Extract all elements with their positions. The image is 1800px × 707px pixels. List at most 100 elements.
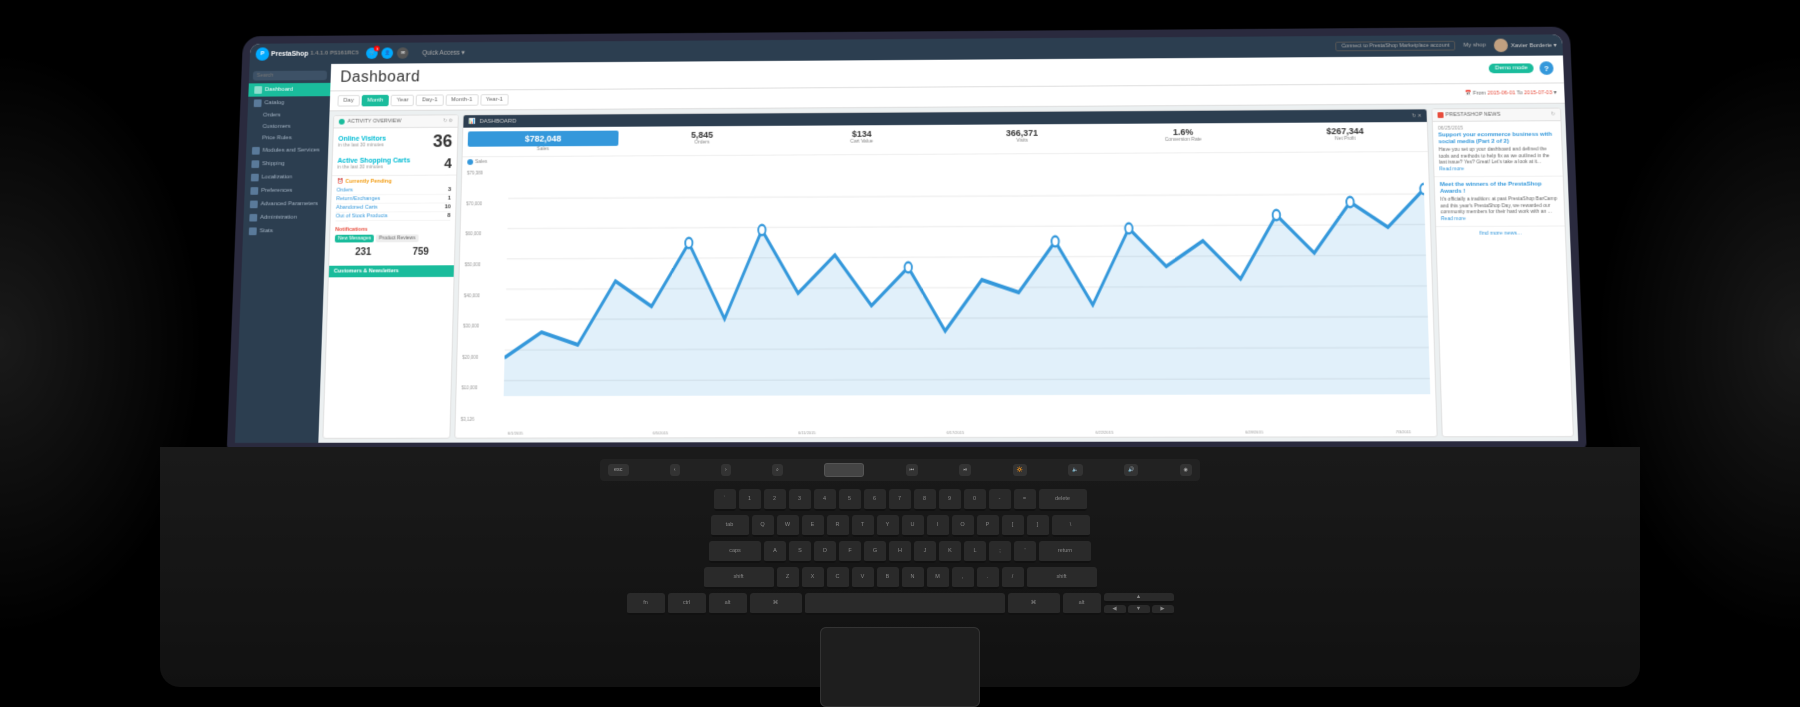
notif-tab-reviews[interactable]: Product Reviews — [376, 234, 419, 242]
vol-down-key[interactable]: 🔈 — [1068, 464, 1082, 476]
mail-icon[interactable]: ✉ — [397, 47, 409, 58]
sidebar-item-customers[interactable]: Customers — [247, 121, 329, 133]
quick-access-btn[interactable]: Quick Access ▾ — [422, 49, 465, 57]
key-9[interactable]: 9 — [939, 489, 961, 511]
stat-sales[interactable]: $782,048 Sales — [468, 131, 619, 153]
brightness-key[interactable]: ⏮ — [906, 464, 919, 476]
search-tb-key[interactable]: ⌕ — [772, 464, 783, 476]
forward-key[interactable]: › — [721, 464, 731, 476]
key-comma[interactable]: , — [952, 567, 974, 589]
key-4[interactable]: 4 — [814, 489, 836, 511]
tab-year[interactable]: Year — [391, 95, 415, 107]
key-d[interactable]: D — [814, 541, 836, 563]
brightness2-key[interactable]: 🔆 — [1013, 464, 1027, 476]
news-actions[interactable]: ↻ — [1551, 112, 1555, 118]
key-c[interactable]: C — [827, 567, 849, 589]
key-t[interactable]: T — [852, 515, 874, 537]
vol-up-key[interactable]: 🔊 — [1124, 464, 1138, 476]
key-return[interactable]: return — [1039, 541, 1091, 563]
key-backslash[interactable]: \ — [1052, 515, 1090, 537]
key-down[interactable]: ▼ — [1128, 605, 1150, 615]
key-b[interactable]: B — [877, 567, 899, 589]
key-equals[interactable]: = — [1014, 489, 1036, 511]
key-tab[interactable]: tab — [711, 515, 749, 537]
cart-icon[interactable]: 🛒 3 — [366, 48, 378, 59]
tab-month-1[interactable]: Month-1 — [445, 94, 478, 106]
sidebar-item-preferences[interactable]: Preferences — [244, 184, 327, 198]
trackpad[interactable] — [820, 627, 980, 707]
sidebar-item-administration[interactable]: Administration — [243, 211, 326, 225]
key-open-bracket[interactable]: [ — [1002, 515, 1024, 537]
key-shift-right[interactable]: shift — [1027, 567, 1097, 589]
key-k[interactable]: K — [939, 541, 961, 563]
stat-cart[interactable]: $134 Cart Value — [786, 129, 938, 151]
key-up[interactable]: ▲ — [1104, 593, 1174, 603]
sidebar-item-orders[interactable]: Orders — [247, 109, 329, 121]
news-title-1[interactable]: Support your ecommerce business with soc… — [1438, 132, 1556, 147]
key-cmd-left[interactable]: ⌘ — [750, 593, 802, 615]
tab-day-1[interactable]: Day-1 — [416, 94, 443, 106]
notif-tab-messages[interactable]: New Messages — [335, 235, 374, 243]
key-3[interactable]: 3 — [789, 489, 811, 511]
key-space[interactable] — [805, 593, 1005, 615]
connect-marketplace-btn[interactable]: Connect to PrestaShop Marketplace accoun… — [1335, 41, 1455, 51]
key-y[interactable]: Y — [877, 515, 899, 537]
stat-orders[interactable]: 5,845 Orders — [626, 130, 778, 152]
key-right[interactable]: ▶ — [1152, 605, 1174, 615]
sidebar-item-localization[interactable]: Localization — [245, 170, 328, 184]
search-input[interactable] — [253, 71, 327, 81]
key-shift-left[interactable]: shift — [704, 567, 774, 589]
key-slash[interactable]: / — [1002, 567, 1024, 589]
key-1[interactable]: 1 — [739, 489, 761, 511]
key-x[interactable]: X — [802, 567, 824, 589]
key-a[interactable]: A — [764, 541, 786, 563]
key-caps[interactable]: caps — [709, 541, 761, 563]
key-7[interactable]: 7 — [889, 489, 911, 511]
key-u[interactable]: U — [902, 515, 924, 537]
key-o[interactable]: O — [952, 515, 974, 537]
key-left[interactable]: ◀ — [1104, 605, 1126, 615]
pending-stock-link[interactable]: Out of Stock Products — [336, 213, 388, 219]
news-readmore-1[interactable]: Read more — [1439, 166, 1557, 172]
key-f[interactable]: F — [839, 541, 861, 563]
key-backtick[interactable]: ` — [714, 489, 736, 511]
key-delete[interactable]: delete — [1039, 489, 1087, 511]
key-option[interactable]: alt — [709, 593, 747, 615]
my-shop-link[interactable]: My shop — [1463, 43, 1486, 49]
chart-actions[interactable]: ↻ ✕ — [1412, 113, 1422, 119]
key-s[interactable]: S — [789, 541, 811, 563]
key-minus[interactable]: - — [989, 489, 1011, 511]
play-key[interactable]: ⏯ — [959, 464, 971, 476]
stat-conversion[interactable]: 1.6% Conversion Rate — [1106, 127, 1260, 149]
sidebar-item-advanced[interactable]: Advanced Parameters — [244, 197, 327, 211]
key-r[interactable]: R — [827, 515, 849, 537]
key-j[interactable]: J — [914, 541, 936, 563]
sidebar-item-price-rules[interactable]: Price Rules — [246, 132, 328, 144]
tab-day[interactable]: Day — [337, 95, 359, 107]
demo-mode-btn[interactable]: Demo mode — [1489, 63, 1534, 73]
refresh-icon[interactable]: ↻ ⚙ — [443, 118, 453, 124]
key-e[interactable]: E — [802, 515, 824, 537]
key-n[interactable]: N — [902, 567, 924, 589]
key-fn[interactable]: fn — [627, 593, 665, 615]
key-z[interactable]: Z — [777, 567, 799, 589]
key-l[interactable]: L — [964, 541, 986, 563]
key-m[interactable]: M — [927, 567, 949, 589]
power-key[interactable]: ◉ — [1180, 464, 1192, 476]
sidebar-item-modules[interactable]: Modules and Services — [246, 144, 328, 158]
key-p[interactable]: P — [977, 515, 999, 537]
key-6[interactable]: 6 — [864, 489, 886, 511]
stat-profit[interactable]: $267,344 Net Profit — [1268, 126, 1423, 148]
key-w[interactable]: W — [777, 515, 799, 537]
pending-returns-link[interactable]: Return/Exchanges — [336, 196, 380, 202]
key-cmd-right[interactable]: ⌘ — [1008, 593, 1060, 615]
news-readmore-2[interactable]: Read more — [1441, 215, 1560, 221]
key-8[interactable]: 8 — [914, 489, 936, 511]
back-key[interactable]: ‹ — [670, 464, 680, 476]
key-i[interactable]: I — [927, 515, 949, 537]
key-quote[interactable]: ' — [1014, 541, 1036, 563]
pending-carts-link[interactable]: Abandoned Carts — [336, 205, 378, 211]
news-more-link[interactable]: find more news... — [1479, 230, 1521, 236]
user-menu[interactable]: Xavier Borderie ▾ — [1494, 38, 1557, 52]
stat-visits[interactable]: 366,371 Visits — [946, 128, 1099, 150]
